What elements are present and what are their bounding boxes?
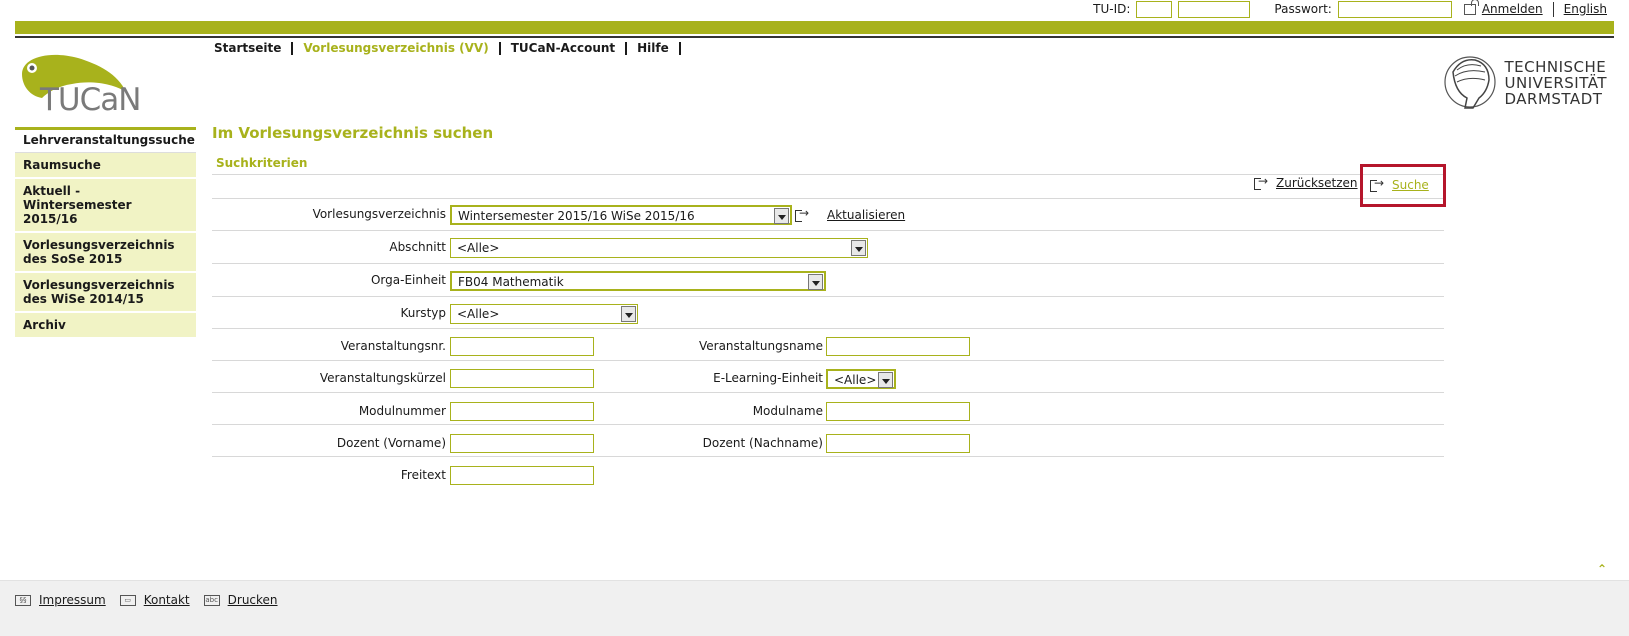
university-logo: TECHNISCHE UNIVERSITÄT DARMSTADT	[1443, 52, 1608, 114]
sidebar-item-vv-wise-2014[interactable]: Vorlesungsverzeichnis des WiSe 2014/15	[15, 273, 196, 313]
university-line-2: UNIVERSITÄT	[1504, 74, 1607, 92]
divider	[212, 328, 1444, 329]
veranstaltungsname-input[interactable]	[826, 337, 970, 356]
nav-hilfe[interactable]: Hilfe	[627, 42, 681, 55]
refresh-link[interactable]: Aktualisieren	[827, 208, 905, 222]
veranstaltungsname-label: Veranstaltungsname	[698, 339, 823, 353]
nav-tucan-account[interactable]: TUCaN-Account	[501, 42, 628, 55]
vv-select-value: Wintersemester 2015/16 WiSe 2015/16	[458, 209, 695, 223]
modulname-input[interactable]	[826, 402, 970, 421]
password-input[interactable]	[1337, 0, 1452, 18]
nav-startseite[interactable]: Startseite	[214, 42, 294, 55]
print-icon: abc	[203, 594, 220, 606]
impressum-icon: §§	[15, 594, 31, 606]
tuid-label: TU-ID:	[1093, 2, 1131, 16]
search-action[interactable]: Suche	[1370, 176, 1429, 192]
divider	[212, 456, 1444, 457]
chevron-down-icon	[621, 306, 636, 322]
orga-label: Orga-Einheit	[370, 273, 446, 287]
sidebar-item-aktuell[interactable]: Aktuell - Wintersemester 2015/16	[15, 179, 196, 233]
header-bar	[15, 21, 1614, 34]
footer: §§ Impressum ▭ Kontakt abc Drucken	[0, 580, 1629, 636]
modulnummer-input[interactable]	[450, 402, 594, 421]
orga-select[interactable]: FB04 Mathematik	[450, 271, 826, 291]
reset-link[interactable]: Zurücksetzen	[1276, 176, 1358, 190]
modulnummer-label: Modulnummer	[358, 404, 446, 418]
divider	[212, 263, 1444, 264]
dozent-nachname-label: Dozent (Nachname)	[702, 436, 823, 450]
language-link[interactable]: English	[1564, 2, 1607, 16]
login-link[interactable]: Anmelden	[1482, 2, 1543, 16]
header-line	[15, 36, 1614, 38]
tucan-logo[interactable]: TUCaN	[18, 52, 148, 122]
sidebar-item-raumsuche[interactable]: Raumsuche	[15, 153, 196, 179]
dozent-vorname-label: Dozent (Vorname)	[336, 436, 446, 450]
drucken-link[interactable]: Drucken	[228, 593, 278, 607]
lock-icon	[1463, 0, 1479, 15]
chevron-down-icon	[808, 274, 823, 290]
section-title: Suchkriterien	[216, 156, 308, 170]
footer-links: §§ Impressum ▭ Kontakt abc Drucken	[15, 593, 284, 607]
divider	[212, 230, 1444, 231]
divider	[212, 296, 1444, 297]
sidebar-item-vv-sose-2015[interactable]: Vorlesungsverzeichnis des SoSe 2015	[15, 233, 196, 273]
vv-select[interactable]: Wintersemester 2015/16 WiSe 2015/16	[450, 205, 792, 225]
veranstaltungsnr-input[interactable]	[450, 337, 594, 356]
divider	[212, 392, 1444, 393]
chevron-down-icon	[851, 240, 866, 256]
kontakt-link[interactable]: Kontakt	[144, 593, 190, 607]
university-line-1: TECHNISCHE	[1504, 58, 1607, 76]
link-arrow-icon	[1370, 176, 1386, 192]
logo-text: TUCaN	[40, 82, 141, 118]
freitext-label: Freitext	[400, 468, 446, 482]
divider	[1552, 1, 1554, 17]
university-name: TECHNISCHE UNIVERSITÄT DARMSTADT	[1505, 59, 1608, 107]
chevron-down-icon	[774, 208, 789, 224]
elearning-select[interactable]: <Alle>	[826, 369, 896, 389]
vv-label: Vorlesungsverzeichnis	[312, 207, 446, 221]
search-link[interactable]: Suche	[1392, 178, 1429, 192]
abschnitt-label: Abschnitt	[389, 240, 446, 254]
modulname-label: Modulname	[752, 404, 823, 418]
nav-vorlesungsverzeichnis[interactable]: Vorlesungsverzeichnis (VV)	[293, 42, 501, 55]
freitext-input[interactable]	[450, 466, 594, 485]
refresh-action[interactable]: Aktualisieren	[795, 206, 905, 222]
divider	[212, 424, 1444, 425]
veranstaltungskuerzel-label: Veranstaltungskürzel	[319, 371, 446, 385]
sidebar-item-archiv[interactable]: Archiv	[15, 313, 196, 339]
dozent-vorname-input[interactable]	[450, 434, 594, 453]
link-arrow-icon	[1254, 174, 1270, 190]
kurstyp-select-value: <Alle>	[457, 307, 500, 321]
athena-head-icon	[1443, 56, 1496, 109]
elearning-select-value: <Alle>	[834, 373, 877, 387]
reset-action[interactable]: Zurücksetzen	[1254, 174, 1358, 190]
sidebar: Lehrveranstaltungssuche Raumsuche Aktuel…	[15, 127, 196, 339]
impressum-link[interactable]: Impressum	[39, 593, 106, 607]
tuid-input-2[interactable]	[1178, 0, 1251, 18]
password-label: Passwort:	[1274, 2, 1332, 16]
dozent-nachname-input[interactable]	[826, 434, 970, 453]
abschnitt-select[interactable]: <Alle>	[450, 238, 868, 258]
login-bar: TU-ID: Passwort: Anmelden English	[1093, 0, 1607, 18]
university-line-3: DARMSTADT	[1504, 90, 1603, 108]
kurstyp-label: Kurstyp	[400, 306, 447, 320]
contact-icon: ▭	[119, 594, 136, 606]
sidebar-item-lehrveranstaltungssuche[interactable]: Lehrveranstaltungssuche	[15, 127, 196, 153]
veranstaltungskuerzel-input[interactable]	[450, 369, 594, 388]
page-title: Im Vorlesungsverzeichnis suchen	[212, 124, 494, 142]
link-arrow-icon	[795, 206, 811, 222]
orga-select-value: FB04 Mathematik	[458, 275, 564, 289]
veranstaltungsnr-label: Veranstaltungsnr.	[340, 339, 446, 353]
back-to-top-icon[interactable]: ⌃	[1597, 562, 1607, 576]
tuid-input[interactable]	[1136, 0, 1173, 18]
elearning-label: E-Learning-Einheit	[713, 371, 823, 385]
abschnitt-select-value: <Alle>	[457, 241, 500, 255]
chevron-down-icon	[878, 372, 893, 388]
kurstyp-select[interactable]: <Alle>	[450, 304, 638, 324]
main-navigation: Startseite Vorlesungsverzeichnis (VV) TU…	[214, 42, 681, 55]
divider	[212, 360, 1444, 361]
divider	[212, 198, 1444, 199]
